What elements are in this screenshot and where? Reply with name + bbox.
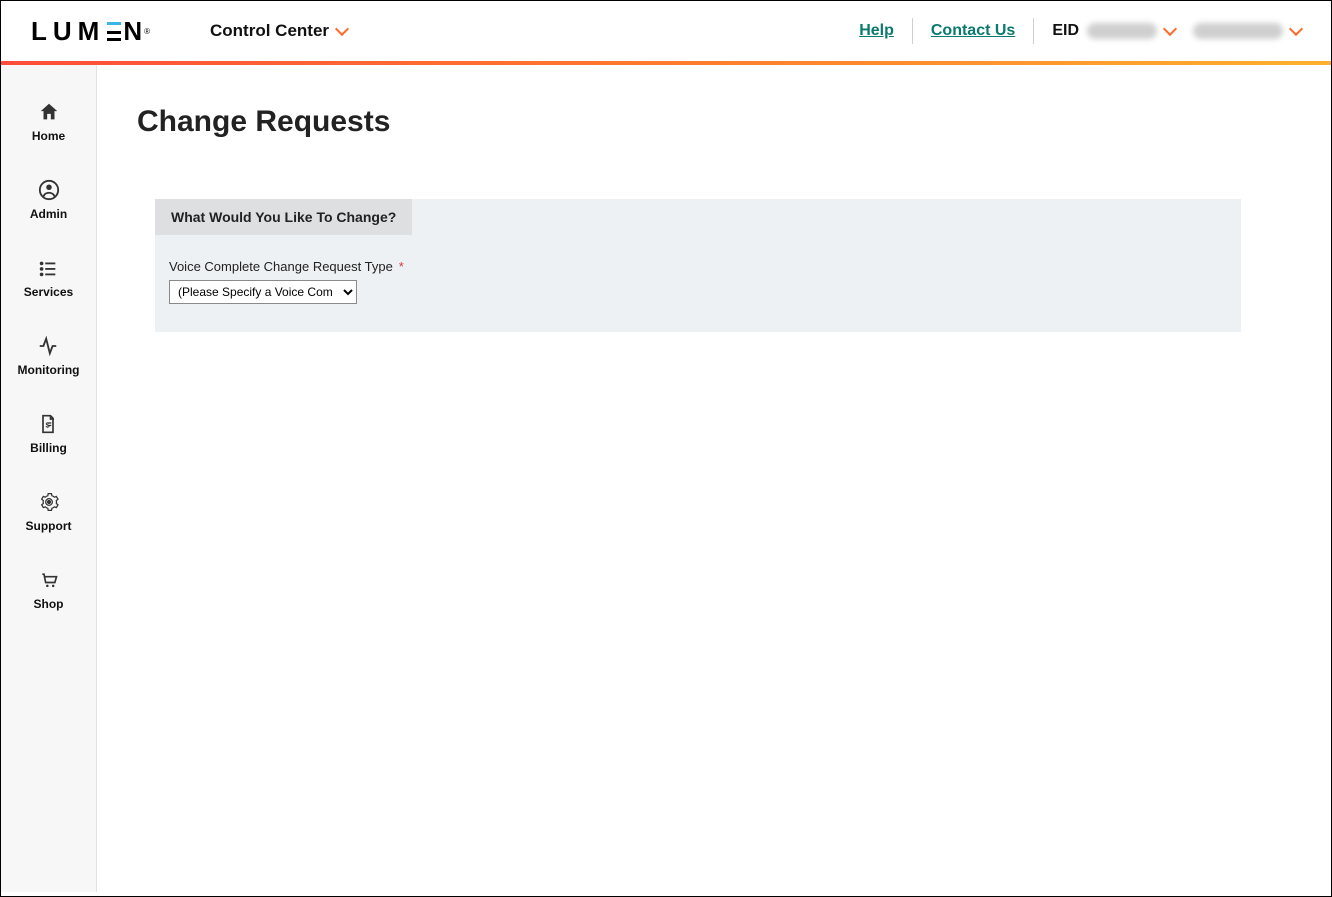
sidebar-item-label: Shop bbox=[34, 597, 64, 611]
control-center-dropdown[interactable]: Control Center bbox=[210, 21, 347, 41]
sidebar-item-label: Billing bbox=[30, 441, 67, 455]
sidebar-item-label: Home bbox=[32, 129, 65, 143]
change-panel: What Would You Like To Change? Voice Com… bbox=[155, 199, 1241, 332]
cart-icon bbox=[38, 569, 60, 591]
chevron-down-icon bbox=[335, 22, 349, 36]
contact-us-link[interactable]: Contact Us bbox=[931, 22, 1015, 40]
home-icon bbox=[38, 101, 60, 123]
chevron-down-icon bbox=[1163, 22, 1177, 36]
sidebar-item-monitoring[interactable]: Monitoring bbox=[18, 335, 80, 377]
page-title: Change Requests bbox=[137, 105, 1291, 139]
main-content: Change Requests What Would You Like To C… bbox=[97, 65, 1331, 892]
invoice-icon: $ bbox=[37, 413, 59, 435]
main-wrap: Home Admin Services Monitoring $ Billing bbox=[1, 65, 1331, 892]
user-name-redacted bbox=[1193, 23, 1283, 39]
field-label: Voice Complete Change Request Type * bbox=[169, 259, 1227, 274]
panel-tab-header: What Would You Like To Change? bbox=[155, 199, 412, 235]
sidebar-item-label: Monitoring bbox=[18, 363, 80, 377]
panel-body: Voice Complete Change Request Type * (Pl… bbox=[155, 235, 1241, 332]
eid-label: EID bbox=[1052, 22, 1079, 40]
eid-dropdown[interactable]: EID bbox=[1052, 22, 1175, 40]
eid-value-redacted bbox=[1087, 23, 1157, 39]
list-icon bbox=[37, 257, 59, 279]
divider bbox=[912, 18, 913, 44]
gear-icon bbox=[38, 491, 60, 513]
sidebar-item-shop[interactable]: Shop bbox=[34, 569, 64, 611]
sidebar-item-services[interactable]: Services bbox=[24, 257, 73, 299]
sidebar-item-billing[interactable]: $ Billing bbox=[30, 413, 67, 455]
help-link[interactable]: Help bbox=[859, 22, 894, 40]
sidebar-item-label: Admin bbox=[30, 207, 67, 221]
chevron-down-icon bbox=[1289, 22, 1303, 36]
top-header: LUMN® Control Center Help Contact Us EID bbox=[1, 1, 1331, 65]
user-dropdown[interactable] bbox=[1193, 23, 1301, 39]
sidebar-item-home[interactable]: Home bbox=[32, 101, 65, 143]
sidebar-item-label: Services bbox=[24, 285, 73, 299]
divider bbox=[1033, 18, 1034, 44]
sidebar-item-support[interactable]: Support bbox=[26, 491, 72, 533]
lumen-logo[interactable]: LUMN® bbox=[31, 16, 150, 47]
field-label-text: Voice Complete Change Request Type bbox=[169, 259, 393, 274]
user-icon bbox=[38, 179, 60, 201]
change-request-type-select[interactable]: (Please Specify a Voice Com bbox=[169, 280, 357, 304]
required-asterisk: * bbox=[399, 259, 404, 274]
activity-icon bbox=[37, 335, 59, 357]
header-right: Help Contact Us EID bbox=[859, 18, 1301, 44]
sidebar-item-label: Support bbox=[26, 519, 72, 533]
app-name-label: Control Center bbox=[210, 21, 329, 41]
header-left: LUMN® Control Center bbox=[31, 16, 347, 47]
sidebar: Home Admin Services Monitoring $ Billing bbox=[1, 65, 97, 892]
sidebar-item-admin[interactable]: Admin bbox=[30, 179, 67, 221]
